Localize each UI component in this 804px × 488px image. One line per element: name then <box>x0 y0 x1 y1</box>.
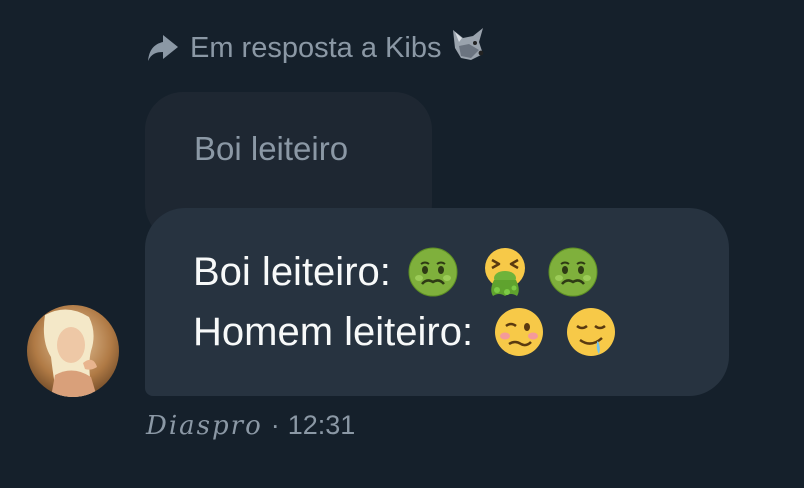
message-line-2: Homem leiteiro: <box>193 306 617 358</box>
sender-name[interactable]: Diaspro <box>146 411 263 441</box>
quoted-message-text: Boi leiteiro <box>194 130 349 167</box>
reply-header[interactable]: Em resposta a Kibs <box>146 28 487 68</box>
message-line-1: Boi leiteiro: <box>193 246 599 298</box>
message-time: 12:31 <box>287 410 356 440</box>
drooling-face-icon <box>567 308 616 356</box>
nauseated-face-icon <box>548 247 598 297</box>
message-bubble[interactable] <box>145 208 729 396</box>
meta-separator: · <box>270 410 280 440</box>
nauseated-face-icon <box>408 247 458 297</box>
wolf-emoji-icon <box>449 26 487 70</box>
message-meta: Diaspro · 12:31 <box>146 410 355 441</box>
reply-arrow-icon <box>146 32 182 64</box>
reply-header-text: Em resposta a Kibs <box>190 31 442 64</box>
face-vomiting-icon <box>484 248 525 296</box>
avatar[interactable] <box>27 305 119 397</box>
woozy-face-icon <box>495 308 544 356</box>
message-line-1-text: Boi leiteiro: <box>193 250 391 294</box>
message-line-2-text: Homem leiteiro: <box>193 310 474 354</box>
